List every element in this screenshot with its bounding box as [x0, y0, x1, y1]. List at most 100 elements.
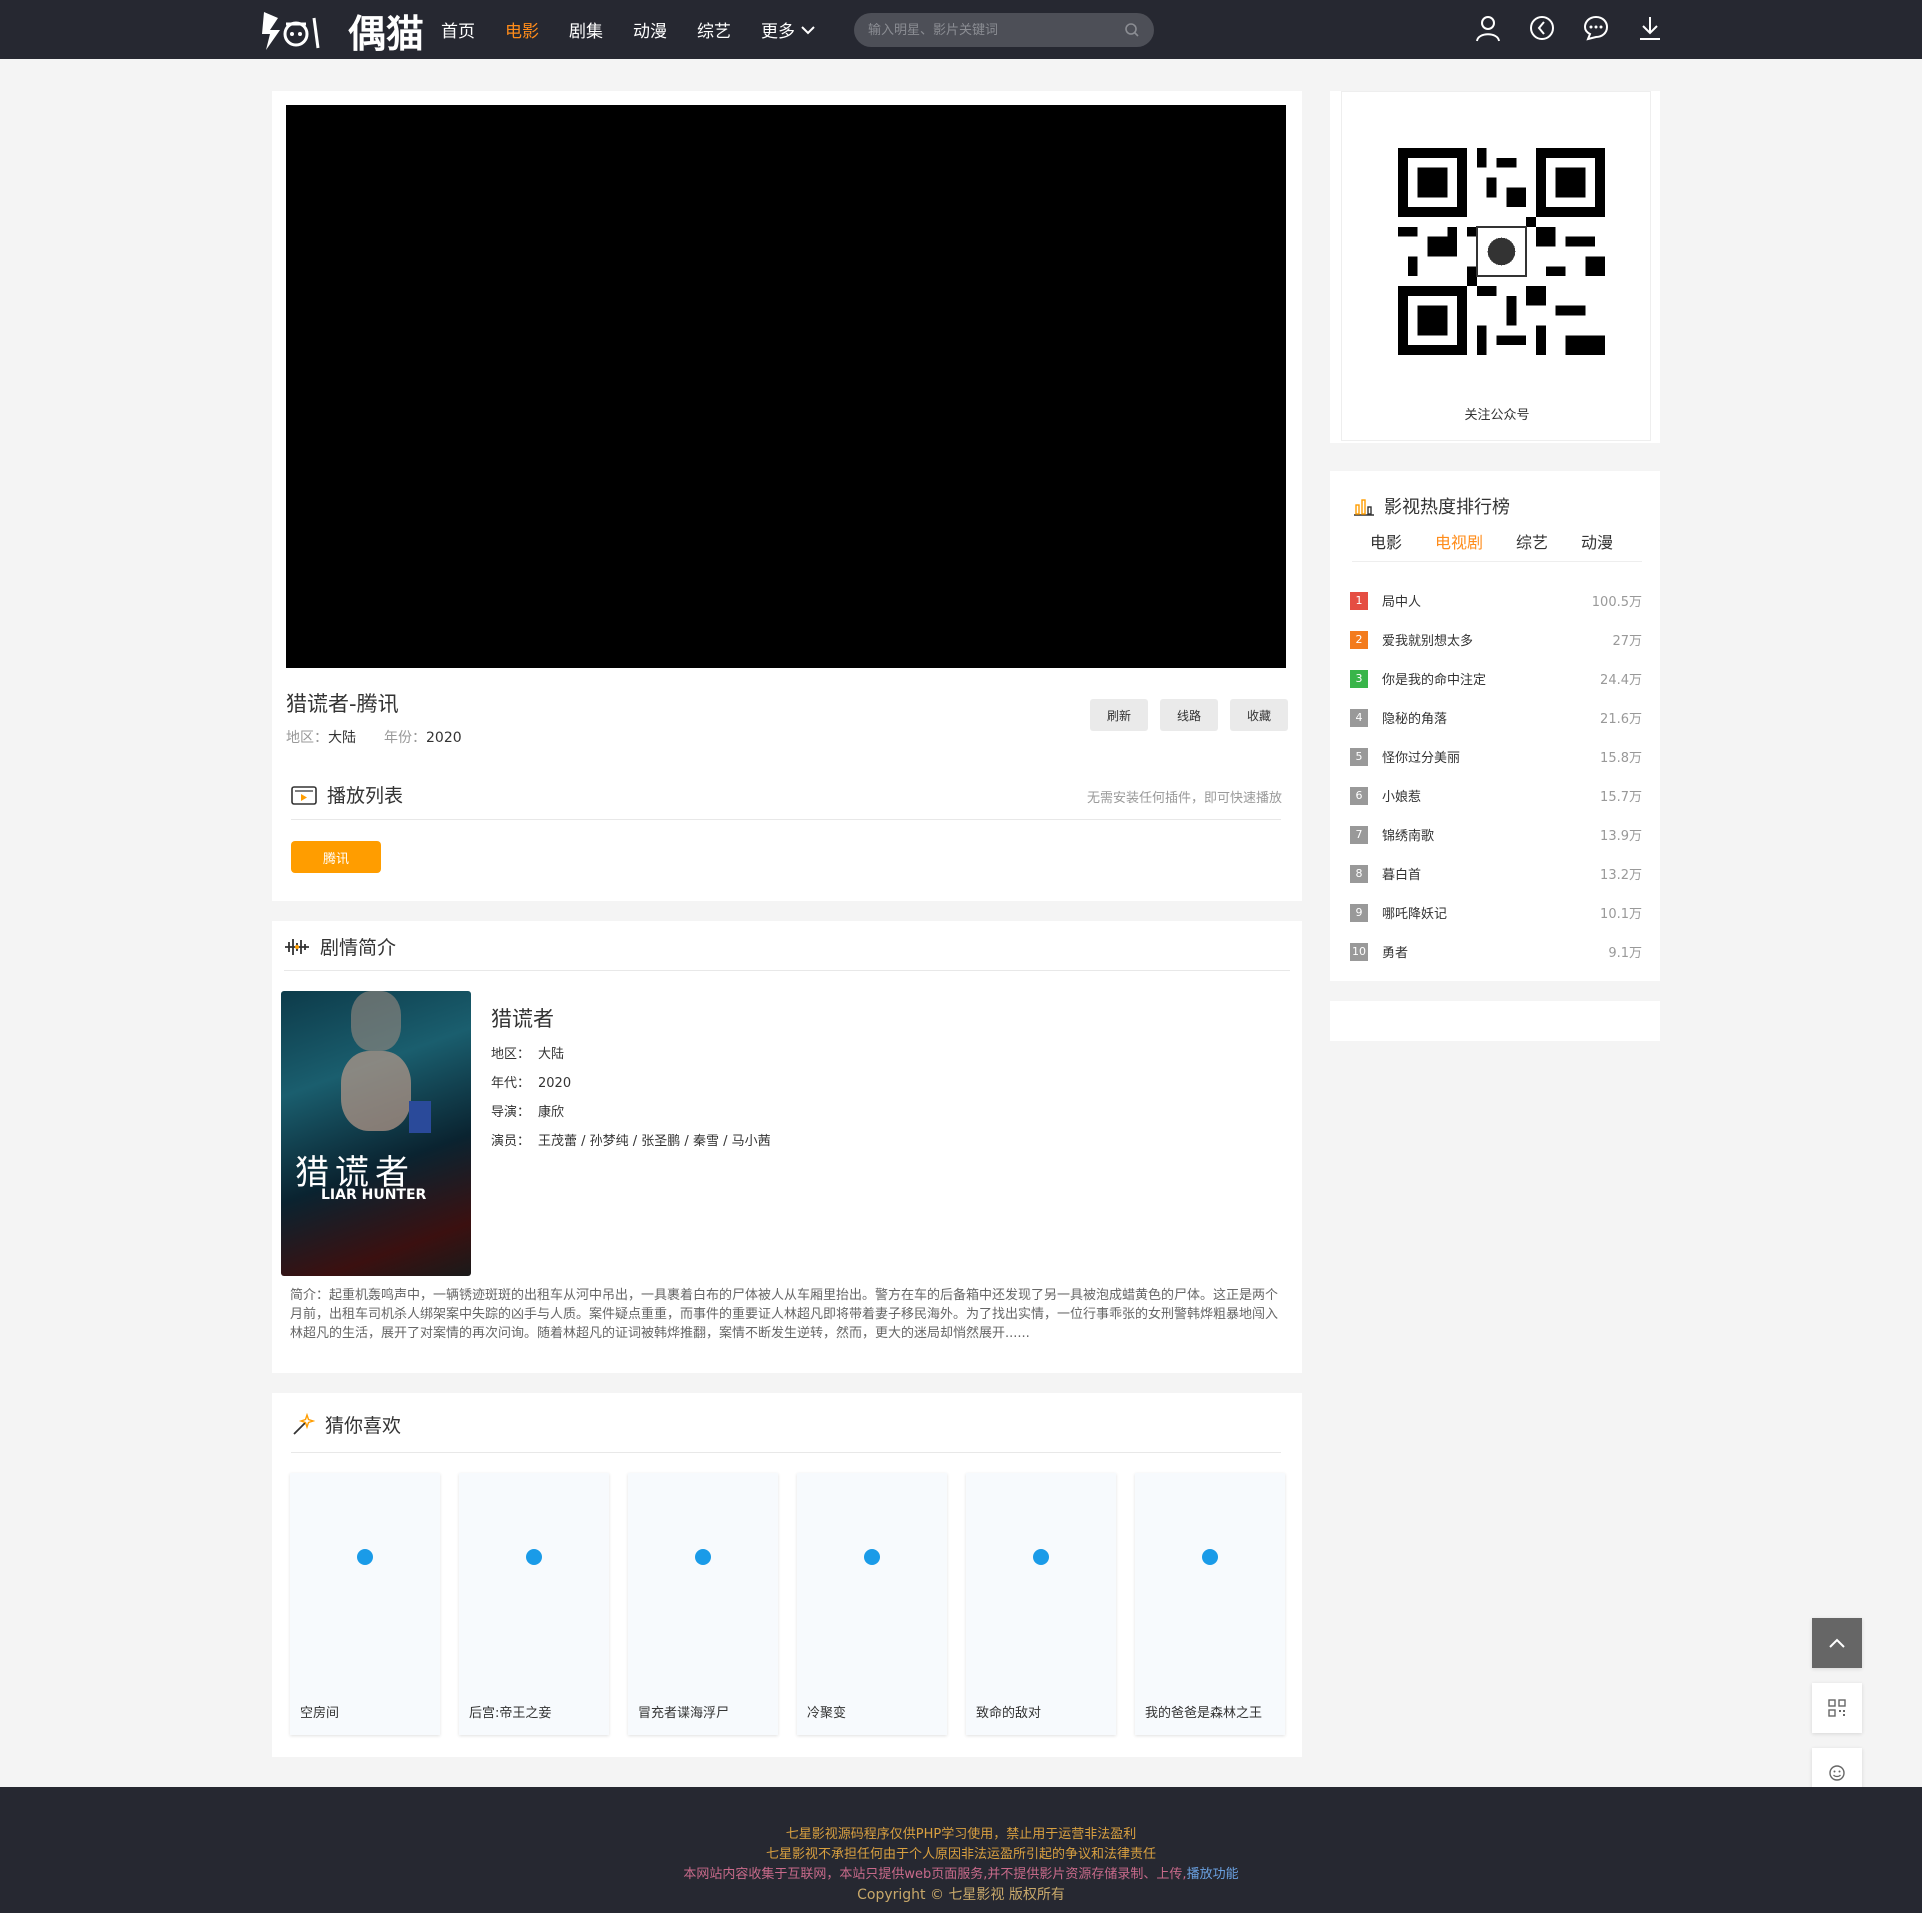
guess-header: 猜你喜欢 [291, 1411, 401, 1438]
info-year: 年代： 2020 [491, 1076, 572, 1091]
history-icon[interactable] [1528, 14, 1556, 42]
ranking-item[interactable]: 2 爱我就别想太多 27万 [1350, 620, 1642, 659]
rank-value: 15.8万 [1600, 751, 1642, 766]
movie-name: 猎谎者 [491, 1007, 554, 1031]
guess-card[interactable]: 空房间 [290, 1473, 440, 1735]
rank-name: 爱我就别想太多 [1382, 634, 1474, 649]
nav-variety[interactable]: 综艺 [697, 17, 731, 42]
footer-line2: 七星影视不承担任何由于个人原因非法运盈所引起的争议和法律责任 [765, 1847, 1156, 1862]
ranking-item[interactable]: 6 小娘惹 15.7万 [1350, 776, 1642, 815]
qr-label: 关注公众号 [1464, 408, 1530, 423]
tab-anime[interactable]: 动漫 [1581, 529, 1613, 553]
year-value: 2020 [426, 730, 462, 746]
rank-name: 哪吒降妖记 [1382, 907, 1448, 922]
guess-card[interactable]: 我的爸爸是森林之王 [1135, 1473, 1285, 1735]
sidebar-blank-panel [1330, 1001, 1660, 1041]
footer-line3: 本网站内容收集于互联网，本站只提供web页面服务,并不提供影片资源存储录制、上传… [683, 1867, 1239, 1882]
rank-value: 27万 [1612, 634, 1642, 649]
guess-card-title: 致命的敌对 [976, 1706, 1042, 1721]
rank-number: 8 [1350, 864, 1368, 883]
rank-number: 7 [1350, 825, 1368, 844]
loading-dot [357, 1549, 373, 1565]
nav-home[interactable]: 首页 [441, 17, 475, 42]
divider [284, 970, 1290, 971]
info-cast: 演员： 王茂蕾 / 孙梦纯 / 张圣鹏 / 秦雪 / 马小茜 [491, 1134, 771, 1149]
tab-movie[interactable]: 电影 [1370, 529, 1402, 553]
player-panel: 猎谎者-腾讯 地区：大陆 年份：2020 刷新 线路 收藏 播放列表 无需安装任… [272, 91, 1302, 901]
back-to-top-button[interactable] [1812, 1618, 1862, 1668]
intro-header: 剧情简介 [284, 933, 396, 960]
ranking-item[interactable]: 4 隐秘的角落 21.6万 [1350, 698, 1642, 737]
guess-card-title: 我的爸爸是森林之王 [1145, 1706, 1263, 1721]
chevron-up-icon [1829, 1638, 1845, 1648]
guess-card-title: 空房间 [300, 1706, 340, 1721]
ranking-panel: 影视热度排行榜 电影 电视剧 综艺 动漫 1 局中人 100.5万 2 爱我就别想太多 2… [1330, 471, 1660, 981]
user-icon[interactable] [1474, 14, 1502, 42]
qrcode-icon [1828, 1699, 1846, 1717]
favorite-button[interactable]: 收藏 [1230, 699, 1288, 731]
divider [291, 819, 1281, 820]
intro-panel: 剧情简介 猎谎者 LIAR HUNTER 猎谎者 地区： 大陆 年代： 2020 导… [272, 921, 1302, 1373]
ranking-item[interactable]: 8 暮白首 13.2万 [1350, 854, 1642, 893]
divider [1352, 561, 1642, 562]
nav-movie[interactable]: 电影 [505, 17, 539, 42]
site-logo[interactable]: 偶猫 [258, 6, 424, 56]
nav-more[interactable]: 更多 [761, 17, 815, 42]
search-icon[interactable] [1124, 22, 1140, 38]
ranking-item[interactable]: 10 勇者 9.1万 [1350, 932, 1642, 971]
ranking-header: 影视热度排行榜 [1352, 493, 1510, 519]
qr-code [1398, 148, 1605, 355]
search-box [854, 13, 1154, 47]
intro-title: 剧情简介 [320, 937, 397, 959]
qr-float-button[interactable] [1812, 1683, 1862, 1733]
smile-icon [1829, 1765, 1845, 1781]
tab-tv[interactable]: 电视剧 [1435, 529, 1483, 553]
guess-card[interactable]: 致命的敌对 [966, 1473, 1116, 1735]
tab-variety[interactable]: 综艺 [1516, 529, 1548, 553]
nav-more-label: 更多 [761, 22, 795, 42]
route-button[interactable]: 线路 [1160, 699, 1218, 731]
ranking-item[interactable]: 3 你是我的命中注定 24.4万 [1350, 659, 1642, 698]
rank-name: 局中人 [1382, 595, 1422, 610]
ranking-item[interactable]: 7 锦绣南歌 13.9万 [1350, 815, 1642, 854]
rank-name: 勇者 [1382, 946, 1409, 961]
refresh-button[interactable]: 刷新 [1090, 699, 1148, 731]
footer-link[interactable]: 播放功能 [1187, 1867, 1239, 1882]
rank-value: 21.6万 [1600, 712, 1642, 727]
ranking-item[interactable]: 1 局中人 100.5万 [1350, 581, 1642, 620]
playlist-icon [291, 785, 317, 805]
footer-line1: 七星影视源码程序仅供PHP学习使用，禁止用于运营非法盈利 [785, 1827, 1137, 1842]
header-icons [1474, 14, 1664, 42]
video-meta: 地区：大陆 年份：2020 [286, 727, 462, 747]
rank-number: 1 [1350, 591, 1368, 610]
rank-number: 2 [1350, 630, 1368, 649]
guess-card[interactable]: 后宫:帝王之妾 [459, 1473, 609, 1735]
rank-number: 9 [1350, 903, 1368, 922]
qr-panel: 关注公众号 [1330, 91, 1660, 443]
guess-card[interactable]: 冒充者谍海浮尸 [628, 1473, 778, 1735]
rank-number: 3 [1350, 669, 1368, 688]
loading-dot [695, 1549, 711, 1565]
rank-name: 隐秘的角落 [1382, 712, 1448, 727]
ranking-item[interactable]: 9 哪吒降妖记 10.1万 [1350, 893, 1642, 932]
search-input[interactable] [868, 22, 1124, 38]
nav-series[interactable]: 剧集 [569, 17, 603, 42]
rank-name: 锦绣南歌 [1382, 829, 1435, 844]
guess-panel: 猜你喜欢 空房间 后宫:帝王之妾 冒充者谍海浮尸 冷聚变 致命的敌对 我的爸爸是… [272, 1393, 1302, 1757]
download-icon[interactable] [1636, 14, 1664, 42]
message-icon[interactable] [1582, 14, 1610, 42]
ranking-list: 1 局中人 100.5万 2 爱我就别想太多 27万 3 你是我的命中注定 24.4万 4 隐秘的角… [1350, 581, 1642, 971]
guess-list: 空房间 后宫:帝王之妾 冒充者谍海浮尸 冷聚变 致命的敌对 我的爸爸是森林之王 [290, 1473, 1285, 1735]
movie-poster[interactable]: 猎谎者 LIAR HUNTER [281, 991, 471, 1276]
ranking-item[interactable]: 5 怪你过分美丽 15.8万 [1350, 737, 1642, 776]
player-actions: 刷新 线路 收藏 [1090, 699, 1288, 731]
rank-value: 100.5万 [1591, 595, 1642, 610]
top-navbar: 偶猫 首页 电影 剧集 动漫 综艺 更多 [0, 0, 1922, 59]
rank-number: 5 [1350, 747, 1368, 766]
source-tencent-button[interactable]: 腾讯 [291, 841, 381, 873]
guess-card[interactable]: 冷聚变 [797, 1473, 947, 1735]
poster-subtitle: LIAR HUNTER [321, 1187, 427, 1203]
info-region: 地区： 大陆 [491, 1047, 565, 1062]
nav-anime[interactable]: 动漫 [633, 17, 667, 42]
video-player[interactable] [286, 105, 1286, 668]
